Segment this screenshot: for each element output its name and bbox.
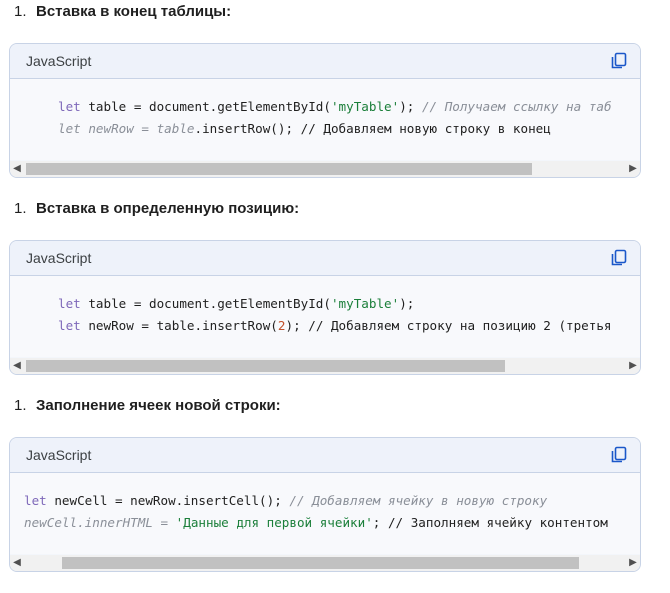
code-area[interactable]: let table = document.getElementById('myT… <box>10 276 640 357</box>
copy-icon[interactable] <box>610 249 628 267</box>
heading-text: Вставка в конец таблицы: <box>36 3 232 20</box>
code-line: let table = document.getElementById('myT… <box>58 99 612 115</box>
code-area[interactable]: let table = document.getElementById('myT… <box>10 79 640 160</box>
code-token: let <box>24 493 47 508</box>
code-token: newRow = table.insertRow( <box>80 318 278 333</box>
code-line: let newCell = newRow.insertCell(); // До… <box>24 493 547 509</box>
code-block-header: JavaScript <box>10 44 640 79</box>
horizontal-scrollbar[interactable]: ◀ ▶ <box>10 555 640 571</box>
code-token: 'Данные для первой ячейки' <box>175 515 373 530</box>
code-line: let table = document.getElementById('myT… <box>58 296 414 312</box>
code-line: let newRow = table.insertRow(); // Добав… <box>58 121 551 137</box>
code-token: newCell.innerHTML = <box>24 515 176 530</box>
list-number: 1. <box>14 3 27 20</box>
code-token: ; // Заполняем ячейку контентом <box>372 515 608 530</box>
code-token: let <box>58 296 81 311</box>
code-token: ); <box>399 296 415 311</box>
scrollbar-thumb[interactable] <box>61 557 580 569</box>
code-block: JavaScript let newCell = newRow.insertCe… <box>9 437 641 572</box>
scroll-right-icon[interactable]: ▶ <box>628 164 638 174</box>
copy-icon[interactable] <box>610 446 628 464</box>
section-heading: 1. Вставка в конец таблицы: <box>14 2 231 22</box>
code-token: ); <box>399 99 422 114</box>
code-token: table = document.getElementById( <box>80 99 331 114</box>
scrollbar-thumb[interactable] <box>26 360 505 372</box>
code-token: .insertRow(); // Добавляем новую строку … <box>194 121 551 136</box>
code-token: // Получаем ссылку на таб <box>421 99 612 114</box>
section-heading: 1. Вставка в определенную позицию: <box>14 199 299 219</box>
code-token: newCell = newRow.insertCell(); <box>46 493 290 508</box>
list-number: 1. <box>14 200 27 217</box>
heading-text: Заполнение ячеек новой строки: <box>36 397 281 414</box>
code-block: JavaScript let table = document.getEleme… <box>9 240 641 375</box>
code-block-header: JavaScript <box>10 241 640 276</box>
language-label: JavaScript <box>26 250 92 266</box>
code-token: let <box>58 318 81 333</box>
scroll-left-icon[interactable]: ◀ <box>12 558 22 568</box>
code-token: table = document.getElementById( <box>80 296 331 311</box>
code-token: let newRow = table <box>58 121 195 136</box>
scroll-right-icon[interactable]: ▶ <box>628 558 638 568</box>
code-line: newCell.innerHTML = 'Данные для первой я… <box>24 515 608 531</box>
language-label: JavaScript <box>26 447 92 463</box>
code-token: // Добавляем ячейку в новую строку <box>289 493 548 508</box>
scroll-right-icon[interactable]: ▶ <box>628 361 638 371</box>
heading-text: Вставка в определенную позицию: <box>36 200 300 217</box>
list-number: 1. <box>14 397 27 414</box>
code-token: ); // Добавляем строку на позицию 2 (тре… <box>285 318 612 333</box>
code-area[interactable]: let newCell = newRow.insertCell(); // До… <box>10 473 640 554</box>
code-line: let newRow = table.insertRow(2); // Доба… <box>58 318 612 334</box>
horizontal-scrollbar[interactable]: ◀ ▶ <box>10 358 640 374</box>
scroll-left-icon[interactable]: ◀ <box>12 361 22 371</box>
code-block-header: JavaScript <box>10 438 640 473</box>
code-token: let <box>58 99 81 114</box>
section-heading: 1. Заполнение ячеек новой строки: <box>14 396 281 416</box>
code-block: JavaScript let table = document.getEleme… <box>9 43 641 178</box>
copy-icon[interactable] <box>610 52 628 70</box>
scroll-left-icon[interactable]: ◀ <box>12 164 22 174</box>
code-token: 'myTable' <box>330 99 400 114</box>
language-label: JavaScript <box>26 53 92 69</box>
page: 1. Вставка в конец таблицы: JavaScript le… <box>0 0 670 593</box>
scrollbar-thumb[interactable] <box>26 163 533 175</box>
horizontal-scrollbar[interactable]: ◀ ▶ <box>10 161 640 177</box>
code-token: 'myTable' <box>330 296 400 311</box>
